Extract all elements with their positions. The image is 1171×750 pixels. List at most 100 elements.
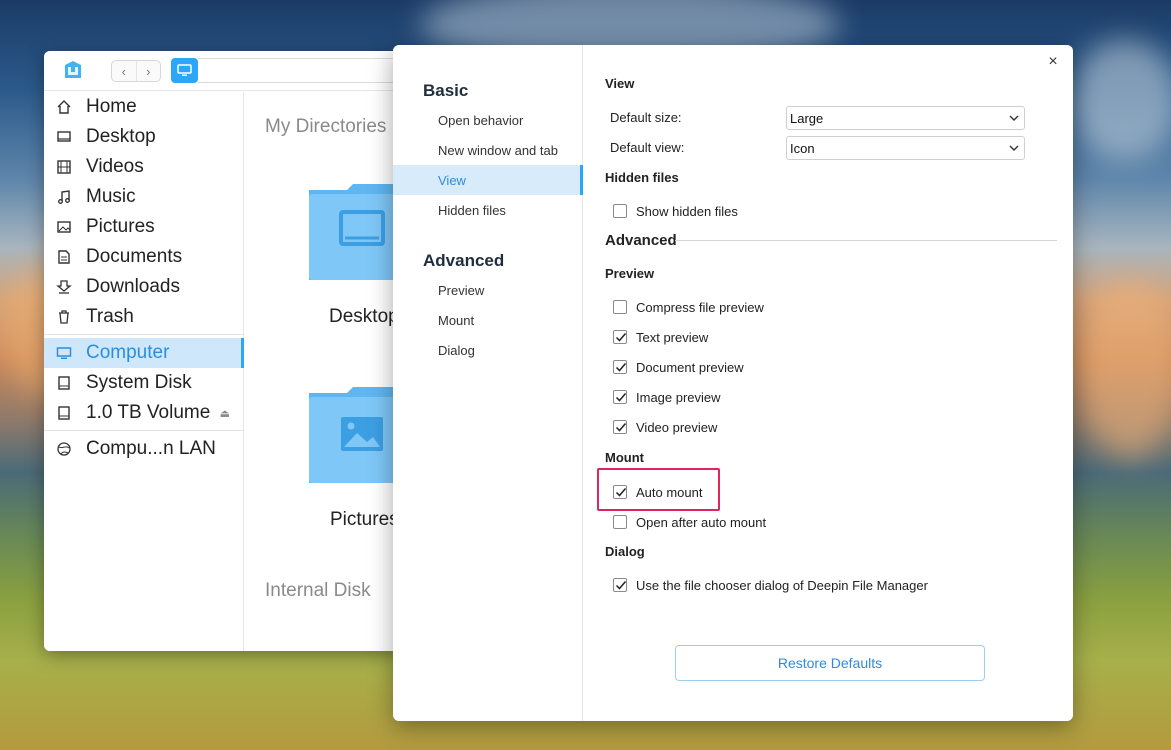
checkbox-label: Video preview — [636, 419, 718, 435]
nav-item-preview[interactable]: Preview — [393, 275, 583, 305]
nav-item-new-window-and-tab[interactable]: New window and tab — [393, 135, 583, 165]
section-title-advanced: Advanced — [605, 232, 677, 249]
checkbox-label: Show hidden files — [636, 203, 738, 219]
checkbox-use-file-chooser-dialog[interactable]: Use the file chooser dialog of Deepin Fi… — [613, 575, 928, 595]
sidebar-item-label: Downloads — [86, 276, 180, 297]
checkbox-image-preview[interactable]: Image preview — [613, 387, 721, 407]
desktop-icon — [55, 128, 73, 146]
checkbox-box[interactable] — [613, 578, 627, 592]
sidebar-item-network[interactable]: Compu...n LAN — [44, 434, 244, 464]
titlebar: ‹ › — [44, 51, 404, 91]
sidebar-item-desktop[interactable]: Desktop — [44, 122, 244, 152]
checkbox-text-preview[interactable]: Text preview — [613, 327, 708, 347]
sidebar-item-system-disk[interactable]: System Disk — [44, 368, 244, 398]
eject-icon[interactable]: ⏏ — [220, 407, 230, 420]
folder-label: Desktop — [329, 306, 399, 327]
sidebar-item-label: Trash — [86, 306, 134, 327]
nav-item-open-behavior[interactable]: Open behavior — [393, 105, 583, 135]
sidebar-item-videos[interactable]: Videos — [44, 152, 244, 182]
sidebar-item-volume[interactable]: 1.0 TB Volume ⏏ — [44, 398, 244, 428]
chevron-down-icon — [1009, 145, 1019, 151]
section-title-my-directories: My Directories — [265, 116, 387, 137]
computer-icon — [55, 344, 73, 362]
sidebar-item-downloads[interactable]: Downloads — [44, 272, 244, 302]
back-button[interactable]: ‹ — [112, 61, 137, 81]
restore-defaults-button[interactable]: Restore Defaults — [675, 645, 985, 681]
folder-pictures-icon[interactable] — [307, 385, 404, 485]
default-view-label: Default view: — [610, 140, 685, 155]
checkbox-document-preview[interactable]: Document preview — [613, 357, 744, 377]
section-title-internal-disk: Internal Disk — [265, 580, 371, 601]
checkbox-box[interactable] — [613, 204, 627, 218]
section-title-view: View — [605, 76, 635, 91]
checkmark-icon — [615, 333, 627, 342]
nav-group-basic[interactable]: Basic — [423, 81, 468, 101]
checkbox-box[interactable] — [613, 360, 627, 374]
folder-label: Pictures — [330, 509, 399, 530]
settings-dialog: Basic Open behavior New window and tab V… — [393, 45, 1073, 721]
sidebar-item-pictures[interactable]: Pictures — [44, 212, 244, 242]
sidebar-divider — [44, 430, 244, 431]
settings-content: View Default size: Large Default view: I… — [584, 45, 1073, 721]
section-divider — [675, 240, 1057, 241]
computer-icon — [177, 64, 192, 76]
sidebar-item-home[interactable]: Home — [44, 92, 244, 122]
default-size-select[interactable]: Large — [786, 106, 1025, 130]
checkbox-box[interactable] — [613, 300, 627, 314]
forward-button[interactable]: › — [137, 61, 161, 81]
default-view-value: Icon — [790, 140, 815, 156]
default-view-select[interactable]: Icon — [786, 136, 1025, 160]
nav-item-dialog[interactable]: Dialog — [393, 335, 583, 365]
sidebar-item-label: Computer — [86, 342, 170, 363]
content-area: My Directories Desktop Pictures Internal… — [245, 92, 404, 651]
checkbox-show-hidden-files[interactable]: Show hidden files — [613, 201, 738, 221]
sidebar-item-label: Pictures — [86, 216, 155, 237]
disk-icon — [55, 374, 73, 392]
nav-item-view[interactable]: View — [393, 165, 583, 195]
sidebar-item-label: Desktop — [86, 126, 156, 147]
file-manager-logo-icon — [65, 61, 81, 78]
sidebar-item-trash[interactable]: Trash — [44, 302, 244, 332]
wallpaper-cloud — [1080, 280, 1171, 460]
disk-icon — [55, 404, 73, 422]
sidebar-item-documents[interactable]: Documents — [44, 242, 244, 272]
settings-nav: Basic Open behavior New window and tab V… — [393, 45, 583, 721]
breadcrumb-computer-button[interactable] — [171, 58, 198, 83]
network-icon — [55, 440, 73, 458]
checkbox-box[interactable] — [613, 420, 627, 434]
section-title-preview: Preview — [605, 266, 655, 281]
checkbox-box[interactable] — [613, 330, 627, 344]
address-bar[interactable] — [198, 58, 404, 83]
chevron-down-icon — [1009, 115, 1019, 121]
home-icon — [55, 98, 73, 116]
checkbox-compress-file-preview[interactable]: Compress file preview — [613, 297, 764, 317]
sidebar-item-computer[interactable]: Computer — [44, 338, 244, 368]
checkbox-open-after-auto-mount[interactable]: Open after auto mount — [613, 512, 766, 532]
section-title-hidden-files: Hidden files — [605, 170, 679, 185]
checkbox-box[interactable] — [613, 390, 627, 404]
nav-item-mount[interactable]: Mount — [393, 305, 583, 335]
sidebar-item-music[interactable]: Music — [44, 182, 244, 212]
checkbox-video-preview[interactable]: Video preview — [613, 417, 717, 437]
checkbox-auto-mount[interactable]: Auto mount — [613, 482, 703, 502]
checkbox-label: Open after auto mount — [636, 514, 767, 530]
wallpaper-cloud — [1070, 40, 1171, 160]
folder-desktop-icon[interactable] — [307, 182, 404, 282]
checkbox-label: Document preview — [636, 359, 744, 375]
nav-item-hidden-files[interactable]: Hidden files — [393, 195, 583, 225]
checkbox-label: Auto mount — [636, 484, 703, 500]
default-size-label: Default size: — [610, 110, 682, 125]
sidebar-divider — [44, 334, 244, 335]
checkbox-box[interactable] — [613, 485, 627, 499]
checkbox-box[interactable] — [613, 515, 627, 529]
sidebar: Home Desktop Videos Music Pictures Docum… — [44, 92, 244, 651]
checkmark-icon — [615, 581, 627, 590]
music-icon — [55, 188, 73, 206]
file-manager-window: ‹ › Home Desktop Videos Music Pictures D… — [44, 51, 404, 651]
sidebar-item-label: 1.0 TB Volume — [86, 402, 211, 423]
section-title-mount: Mount — [605, 450, 644, 465]
nav-group-advanced[interactable]: Advanced — [423, 251, 504, 271]
section-title-dialog: Dialog — [605, 544, 645, 559]
checkmark-icon — [615, 488, 627, 497]
sidebar-item-label: Documents — [86, 246, 183, 267]
